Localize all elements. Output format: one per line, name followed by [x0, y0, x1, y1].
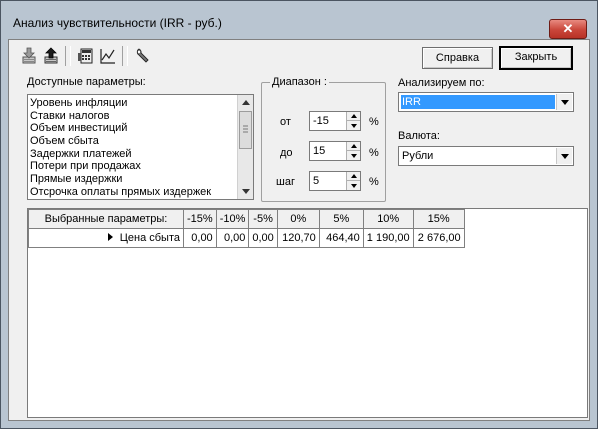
toolbar [18, 45, 154, 67]
calculator-icon[interactable] [75, 45, 97, 67]
step-spin-buttons[interactable] [346, 172, 360, 190]
to-unit: % [369, 147, 379, 159]
grid-header-row: Выбранные параметры: -15% -10% -5% 0% 5% 10% 15… [28, 209, 465, 229]
range-group-title: Диапазон : [270, 76, 329, 88]
param-list-item[interactable]: Уровень инфляции [29, 97, 236, 110]
grid-header-col: -15% [183, 209, 217, 229]
spin-down-arrow-icon[interactable] [347, 181, 360, 190]
scroll-up-arrow-icon[interactable] [238, 95, 253, 110]
sensitivity-analysis-window: Анализ чувствительности (IRR - руб.) ✕ С… [0, 0, 598, 429]
step-unit: % [369, 176, 379, 188]
spin-up-arrow-icon[interactable] [347, 172, 360, 181]
window-title: Анализ чувствительности (IRR - руб.) [13, 16, 222, 30]
scroll-down-arrow-icon[interactable] [238, 184, 253, 199]
toolbar-separator [122, 46, 128, 66]
help-button[interactable]: Справка [422, 47, 493, 69]
list-scrollbar[interactable] [237, 95, 253, 199]
to-spin-buttons[interactable] [346, 142, 360, 160]
step-value[interactable]: 5 [313, 175, 319, 187]
spin-up-arrow-icon[interactable] [347, 142, 360, 151]
available-params-list[interactable]: Уровень инфляции Ставки налогов Объем инве… [27, 94, 254, 200]
param-list-item[interactable]: Объем сбыта [29, 135, 236, 148]
grid-header-col: 0% [276, 209, 320, 229]
chevron-down-icon[interactable] [556, 148, 572, 164]
grid-value-cell[interactable]: 1 190,00 [362, 228, 414, 248]
currency-combobox[interactable]: Рубли [398, 146, 574, 166]
results-grid[interactable]: Выбранные параметры: -15% -10% -5% 0% 5% 10% 15… [27, 208, 588, 418]
grid-header-col: -10% [215, 209, 250, 229]
row-indicator-icon [107, 232, 113, 244]
grid-header-col: 15% [412, 209, 465, 229]
currency-value[interactable]: Рубли [401, 149, 433, 163]
grid-header-col: 10% [362, 209, 414, 229]
toolbar-separator [65, 46, 71, 66]
spin-up-arrow-icon[interactable] [347, 112, 360, 121]
chart-icon[interactable] [97, 45, 119, 67]
export-up-icon[interactable] [40, 45, 62, 67]
from-value[interactable]: -15 [313, 115, 329, 127]
param-list-item[interactable]: Потери при продажах [29, 160, 236, 173]
available-params-label: Доступные параметры: [27, 76, 146, 88]
grid-row-name-cell[interactable]: Цена сбыта [28, 228, 184, 248]
spin-down-arrow-icon[interactable] [347, 121, 360, 130]
import-down-icon[interactable] [18, 45, 40, 67]
window-close-button[interactable]: ✕ [549, 19, 587, 39]
spin-down-arrow-icon[interactable] [347, 151, 360, 160]
to-value[interactable]: 15 [313, 145, 325, 157]
from-spinbox[interactable]: -15 [309, 111, 361, 131]
analyze-by-combobox[interactable]: IRR [398, 92, 574, 112]
param-list-item[interactable]: Объем инвестиций [29, 122, 236, 135]
grid-header-col: 5% [318, 209, 364, 229]
to-label: до [280, 147, 293, 159]
step-spinbox[interactable]: 5 [309, 171, 361, 191]
grid-header-params: Выбранные параметры: [28, 209, 184, 229]
wrench-icon[interactable] [132, 45, 154, 67]
param-list-item[interactable]: Задержки платежей [29, 148, 236, 161]
from-spin-buttons[interactable] [346, 112, 360, 130]
grid-value-cell[interactable]: 0,00 [248, 228, 278, 248]
scroll-thumb[interactable] [239, 111, 252, 149]
from-label: от [280, 116, 291, 128]
analyze-by-value[interactable]: IRR [401, 95, 555, 109]
chevron-down-icon[interactable] [556, 94, 572, 110]
from-unit: % [369, 116, 379, 128]
step-label: шаг [276, 176, 295, 188]
grid-value-cell[interactable]: 120,70 [276, 228, 320, 248]
param-list-item[interactable]: Ставки налогов [29, 110, 236, 123]
grid-value-cell[interactable]: 0,00 [183, 228, 217, 248]
results-table: Выбранные параметры: -15% -10% -5% 0% 5% 10% 15… [28, 209, 465, 248]
dialog-client-area: Справка Закрыть Доступные параметры: Уро… [8, 39, 590, 421]
grid-value-cell[interactable]: 0,00 [215, 228, 250, 248]
grid-value-cell[interactable]: 2 676,00 [412, 228, 465, 248]
grid-header-col: -5% [248, 209, 278, 229]
table-row[interactable]: Цена сбыта 0,00 0,00 0,00 120,70 464,40 1 190,… [28, 228, 465, 248]
close-button[interactable]: Закрыть [499, 46, 573, 70]
param-items: Уровень инфляции Ставки налогов Объем инве… [29, 97, 236, 199]
grid-row-name: Цена сбыта [119, 232, 180, 244]
param-list-item[interactable]: Отсрочка оплаты прямых издержек [29, 186, 236, 199]
to-spinbox[interactable]: 15 [309, 141, 361, 161]
analyze-label: Анализируем по: [398, 77, 485, 89]
currency-label: Валюта: [398, 130, 440, 142]
title-bar[interactable]: Анализ чувствительности (IRR - руб.) ✕ [7, 7, 591, 39]
grid-value-cell[interactable]: 464,40 [318, 228, 364, 248]
range-groupbox: Диапазон : от -15 % до 15 % шаг 5 % [261, 76, 386, 202]
param-list-item[interactable]: Прямые издержки [29, 173, 236, 186]
